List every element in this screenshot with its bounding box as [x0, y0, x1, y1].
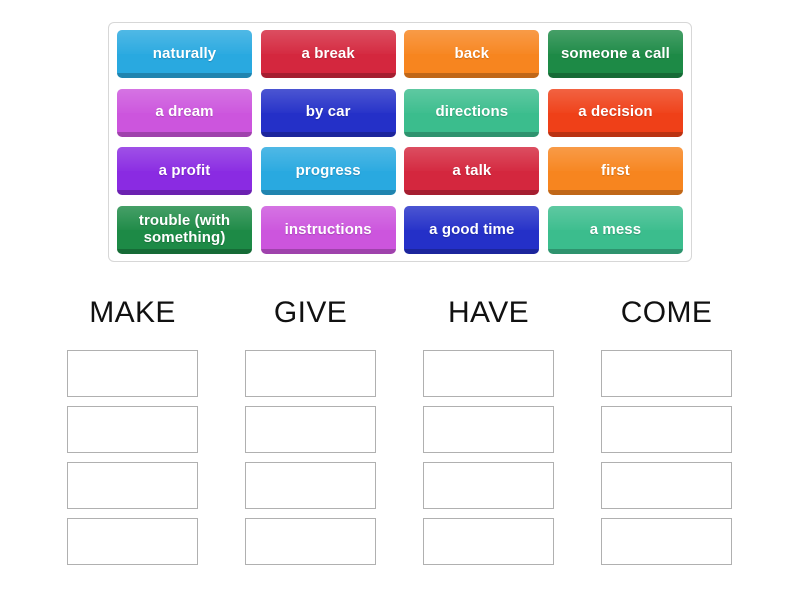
category-column-have: HAVE: [423, 290, 554, 565]
word-tile[interactable]: directions: [404, 88, 540, 137]
word-tile-label: by car: [305, 103, 351, 121]
word-tile[interactable]: a good time: [404, 205, 540, 254]
drop-slot[interactable]: [423, 350, 554, 397]
word-tile[interactable]: a talk: [404, 147, 540, 196]
drop-slot[interactable]: [423, 518, 554, 565]
word-tile-label: progress: [295, 161, 361, 179]
word-tile[interactable]: first: [547, 147, 683, 196]
drop-slot[interactable]: [245, 350, 376, 397]
drop-slot[interactable]: [423, 462, 554, 509]
drop-slot[interactable]: [601, 350, 732, 397]
word-tile[interactable]: trouble (with something): [117, 205, 252, 254]
word-tile-label: a mess: [589, 220, 642, 238]
word-tile[interactable]: a dream: [117, 88, 252, 137]
drop-slot[interactable]: [601, 406, 732, 453]
word-tile-label: a good time: [429, 220, 515, 238]
drop-slot[interactable]: [423, 406, 554, 453]
tile-row: naturally a break back someone a call: [117, 30, 683, 78]
category-title: HAVE: [447, 296, 530, 329]
drop-slot[interactable]: [245, 518, 376, 565]
word-tile-label: a break: [301, 44, 355, 62]
category-columns: MAKE GIVE HAVE COME: [67, 290, 733, 565]
tile-row: trouble (with something) instructions a …: [117, 205, 683, 254]
word-tile-label: directions: [435, 103, 509, 121]
word-tile[interactable]: naturally: [117, 30, 252, 78]
drop-slot[interactable]: [245, 406, 376, 453]
category-column-give: GIVE: [245, 290, 376, 565]
word-tile[interactable]: by car: [260, 88, 396, 137]
drop-slot[interactable]: [601, 462, 732, 509]
word-tile-label: instructions: [284, 220, 372, 238]
word-tile-label: someone a call: [560, 44, 670, 62]
word-tile[interactable]: a break: [260, 30, 396, 78]
word-tile[interactable]: a mess: [547, 205, 683, 254]
word-tile[interactable]: a profit: [117, 147, 252, 196]
drop-slot[interactable]: [67, 350, 198, 397]
word-tile-label: trouble (with something): [138, 212, 231, 246]
category-column-come: COME: [601, 290, 732, 565]
category-title: COME: [620, 296, 713, 329]
word-tile-label: a talk: [452, 161, 492, 179]
drop-slot[interactable]: [67, 518, 198, 565]
word-tile-label: back: [454, 44, 490, 62]
word-tile-label: a dream: [155, 103, 214, 121]
drop-slot[interactable]: [245, 462, 376, 509]
word-tile-label: naturally: [152, 44, 217, 62]
word-tile-label: a decision: [578, 103, 653, 121]
tile-row: a dream by car directions a decision: [117, 88, 683, 137]
word-tile[interactable]: progress: [260, 147, 396, 196]
word-tile[interactable]: back: [404, 30, 540, 78]
word-tile[interactable]: instructions: [260, 205, 396, 254]
category-title: MAKE: [89, 296, 176, 329]
tile-pool-panel: naturally a break back someone a call a …: [108, 22, 692, 262]
drop-slot[interactable]: [67, 462, 198, 509]
tile-row: a profit progress a talk first: [117, 147, 683, 196]
word-tile[interactable]: someone a call: [547, 30, 683, 78]
word-tile-label: a profit: [158, 161, 211, 179]
category-title: GIVE: [273, 296, 348, 329]
drop-slot[interactable]: [601, 518, 732, 565]
word-tile[interactable]: a decision: [547, 88, 683, 137]
drop-slot[interactable]: [67, 406, 198, 453]
word-tile-label: first: [601, 161, 630, 179]
category-column-make: MAKE: [67, 290, 198, 565]
